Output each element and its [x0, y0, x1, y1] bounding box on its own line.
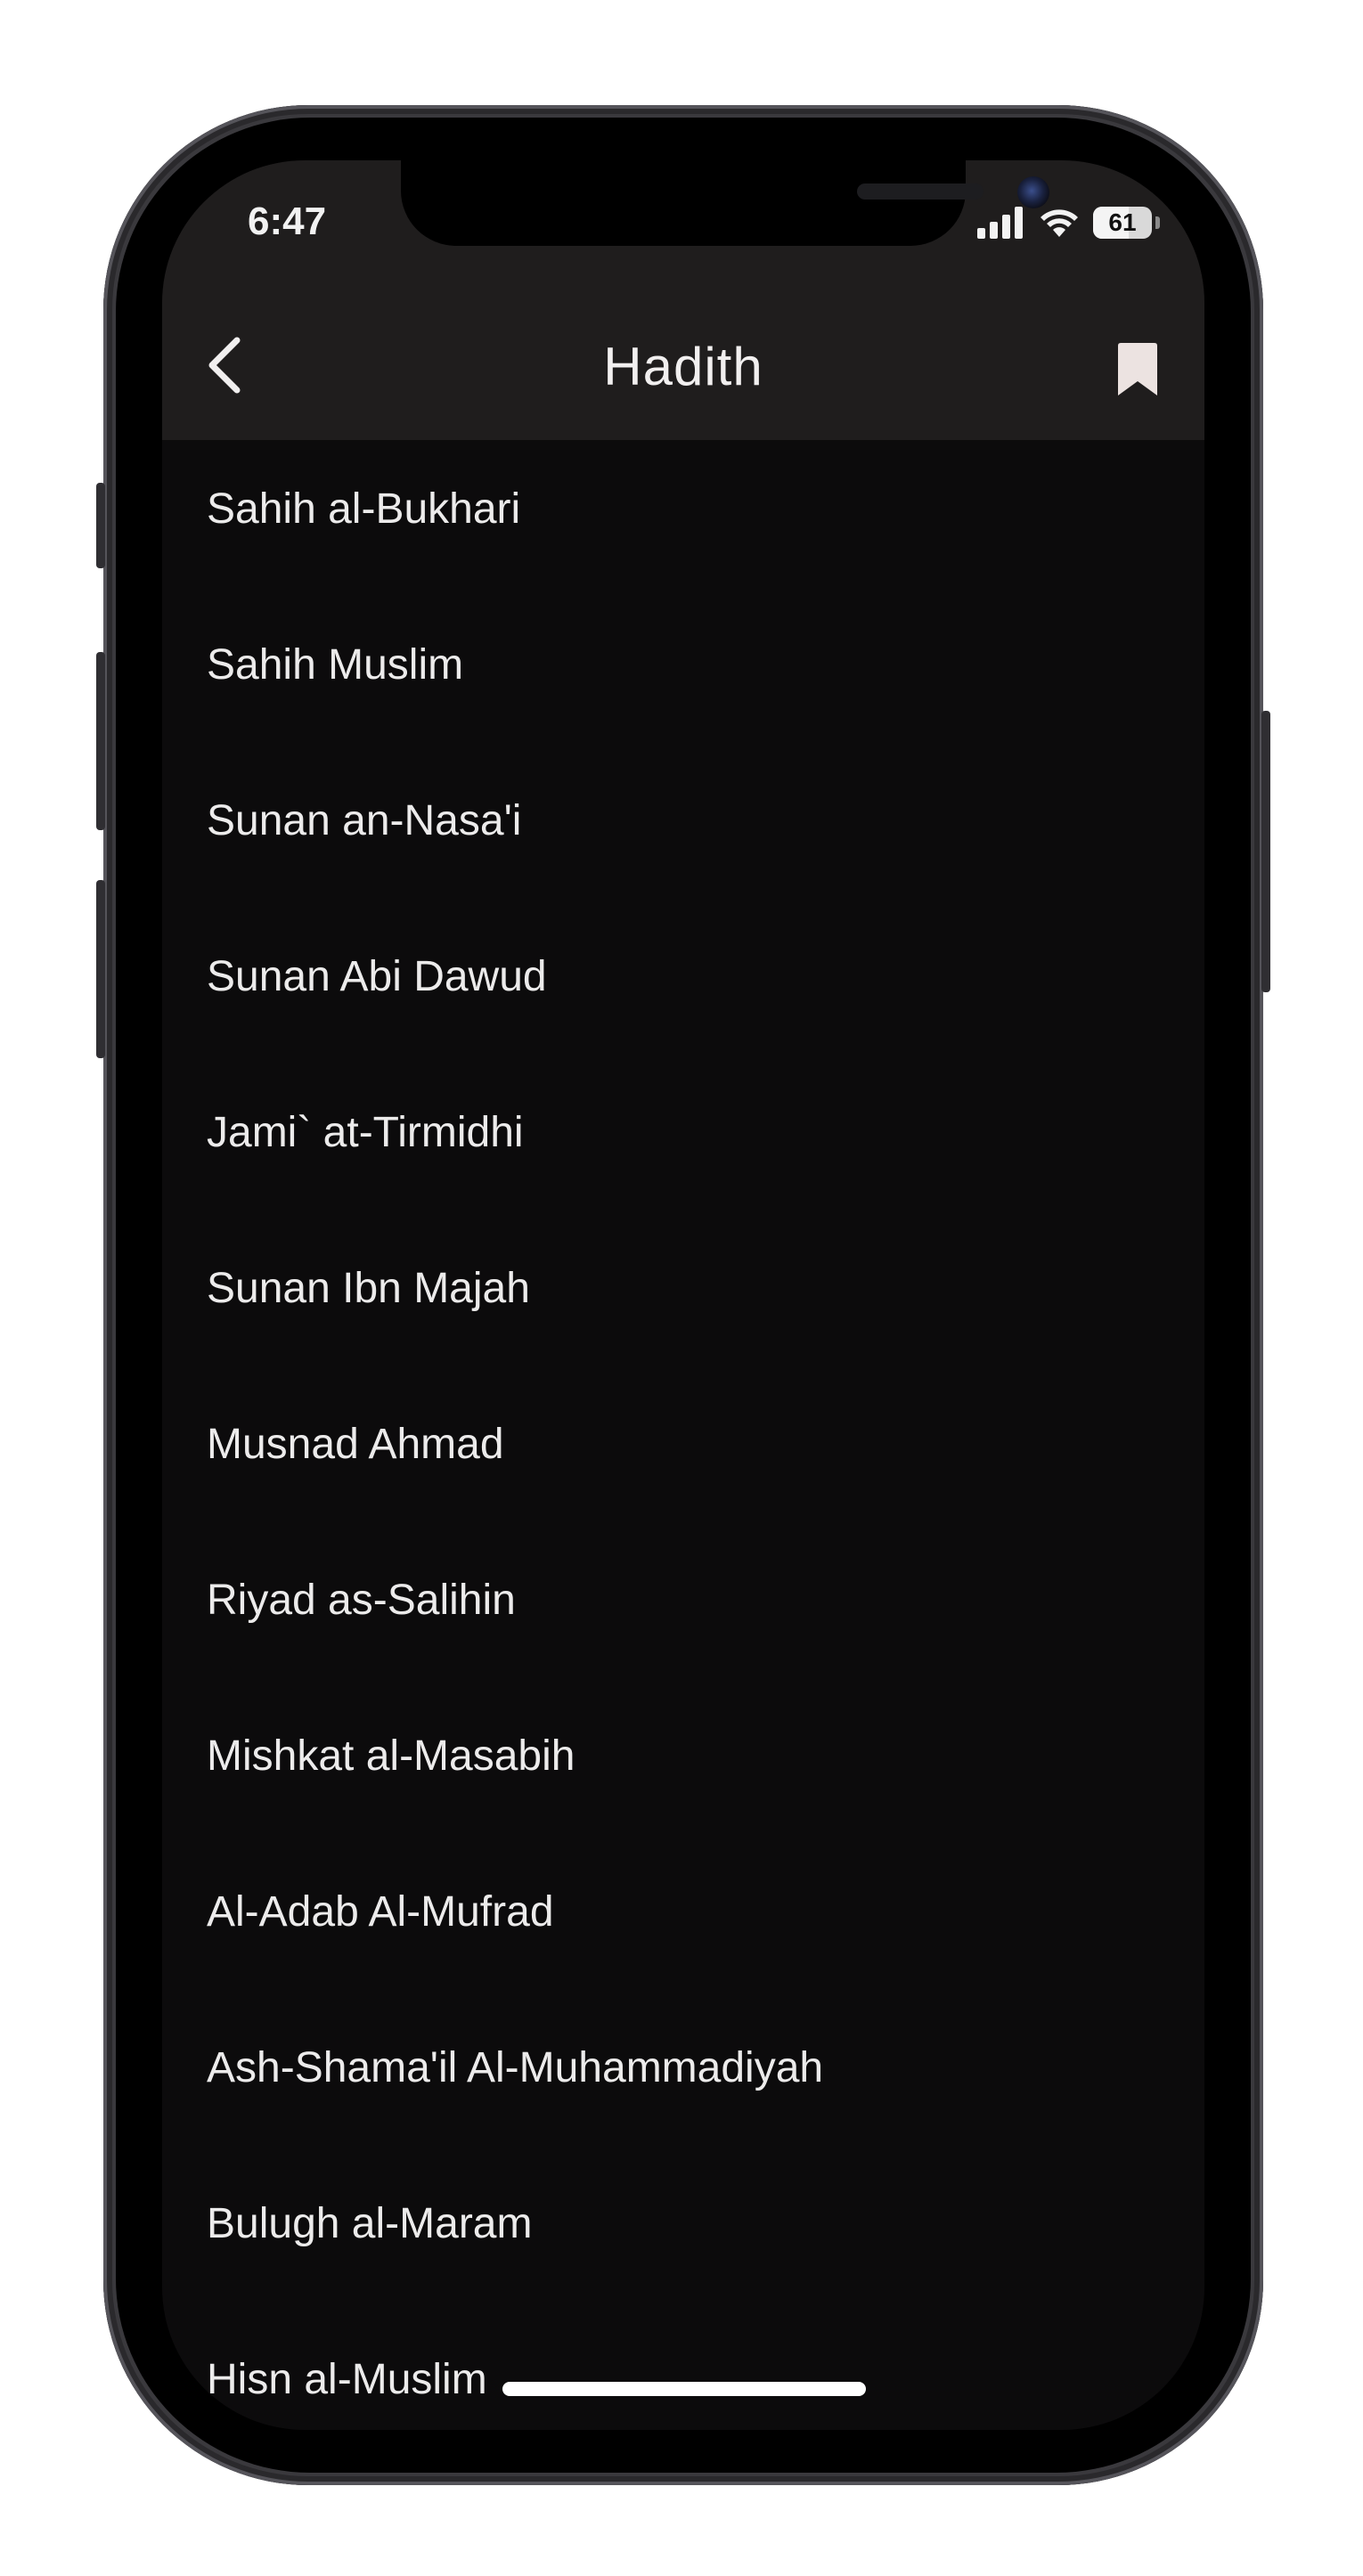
list-item[interactable]: Al-Adab Al-Mufrad — [162, 1843, 1204, 1999]
battery-icon: 61 — [1093, 207, 1152, 239]
list-item-label: Jami` at-Tirmidhi — [207, 1109, 524, 1156]
list-item[interactable]: Jami` at-Tirmidhi — [162, 1064, 1204, 1219]
list-item[interactable]: Sunan Ibn Majah — [162, 1219, 1204, 1375]
list-item-label: Al-Adab Al-Mufrad — [207, 1888, 554, 1936]
list-item[interactable]: Musnad Ahmad — [162, 1375, 1204, 1531]
status-icons: 61 — [977, 205, 1160, 240]
list-item-label: Sunan Ibn Majah — [207, 1265, 530, 1312]
chevron-left-icon — [208, 337, 241, 394]
list-item-label: Sahih al-Bukhari — [207, 485, 521, 533]
cellular-signal-icon — [977, 207, 1023, 239]
list-item-label: Sahih Muslim — [207, 641, 464, 689]
power-button — [1261, 711, 1270, 992]
list-item[interactable]: Hisn al-Muslim — [162, 2311, 1204, 2430]
list-item-label: Musnad Ahmad — [207, 1421, 504, 1468]
list-item[interactable]: Ash-Shama'il Al-Muhammadiyah — [162, 1999, 1204, 2155]
home-indicator[interactable] — [502, 2382, 866, 2396]
list-item[interactable]: Sunan Abi Dawud — [162, 908, 1204, 1064]
bookmarks-button[interactable] — [1106, 334, 1169, 405]
volume-down-button — [96, 880, 105, 1058]
list-item-label: Sunan Abi Dawud — [207, 953, 547, 1000]
list-item-label: Sunan an-Nasa'i — [207, 797, 522, 844]
list-item[interactable]: Mishkat al-Masabih — [162, 1687, 1204, 1843]
list-item[interactable]: Riyad as-Salihin — [162, 1531, 1204, 1687]
list-item[interactable]: Sahih Muslim — [162, 596, 1204, 752]
wifi-icon — [1041, 209, 1078, 237]
hadith-collection-list: Sahih al-Bukhari Sahih Muslim Sunan an-N… — [162, 440, 1204, 2430]
silent-switch — [96, 483, 105, 568]
list-item-label: Riyad as-Salihin — [207, 1577, 516, 1624]
list-item[interactable]: Bulugh al-Maram — [162, 2155, 1204, 2311]
notch — [401, 160, 1049, 246]
front-camera — [1017, 176, 1049, 208]
list-item-label: Hisn al-Muslim — [207, 2356, 487, 2403]
battery-cap — [1155, 216, 1160, 229]
list-item-label: Ash-Shama'il Al-Muhammadiyah — [207, 2044, 824, 2091]
page-title: Hadith — [603, 337, 763, 396]
list-item[interactable]: Sunan an-Nasa'i — [162, 752, 1204, 908]
battery-percentage: 61 — [1108, 208, 1137, 236]
bookmark-icon — [1118, 343, 1157, 395]
back-button[interactable] — [198, 328, 251, 403]
status-time: 6:47 — [248, 200, 327, 243]
volume-up-button — [96, 652, 105, 830]
list-item-label: Bulugh al-Maram — [207, 2200, 533, 2247]
earpiece-speaker — [857, 183, 983, 200]
app-screen: 6:47 61 Hadith Sahih al-Bukhari Sahih Mu… — [162, 160, 1204, 2430]
list-item-label: Mishkat al-Masabih — [207, 1732, 575, 1780]
list-item[interactable]: Sahih al-Bukhari — [162, 440, 1204, 596]
